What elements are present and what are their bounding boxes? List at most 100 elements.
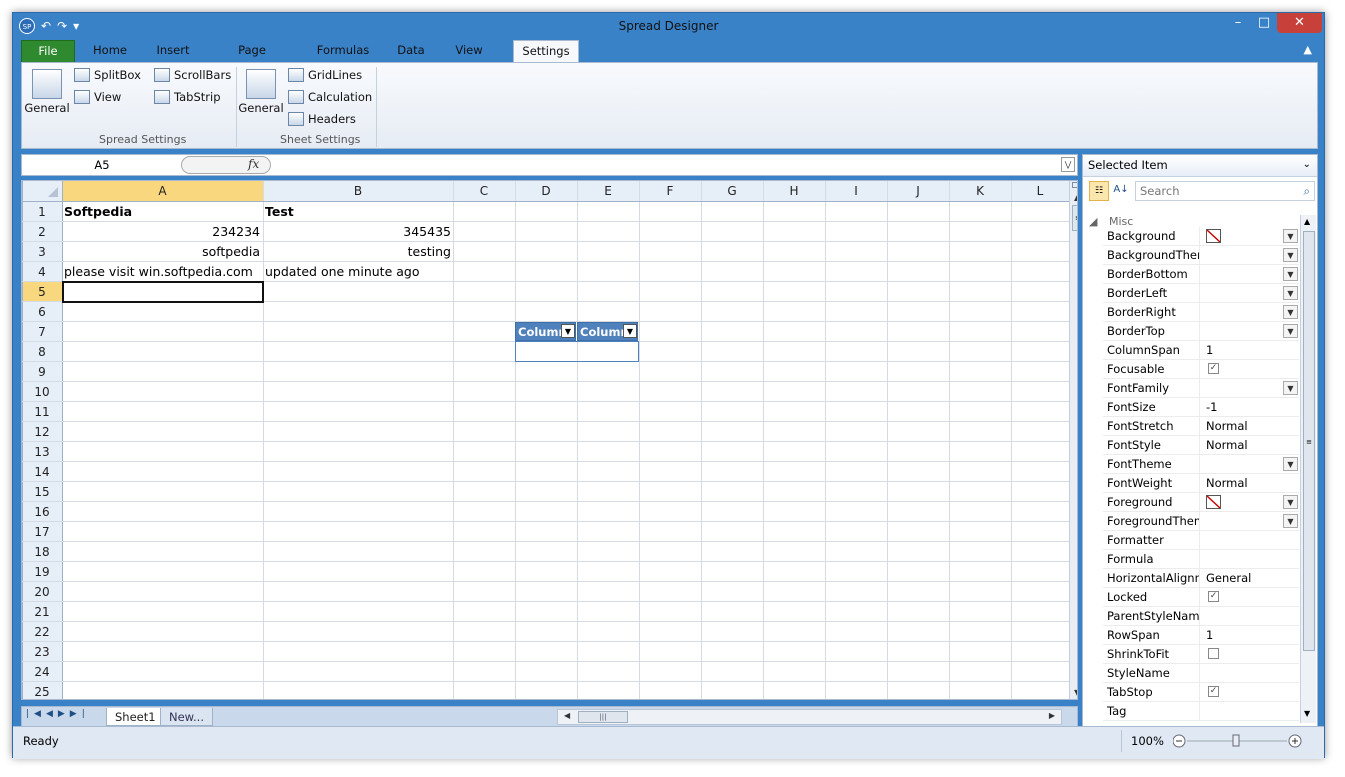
checkbox[interactable] <box>1208 648 1219 659</box>
cell-b4[interactable]: updated one minute ago <box>265 262 465 282</box>
minimize-button[interactable]: – <box>1225 13 1251 33</box>
row-header-13[interactable]: 13 <box>22 442 62 462</box>
column-header-i[interactable]: I <box>825 181 887 201</box>
color-swatch-icon[interactable] <box>1206 229 1221 243</box>
property-value[interactable]: ▼ <box>1199 227 1299 245</box>
cell-b3[interactable]: testing <box>265 242 451 262</box>
property-row-fontstretch[interactable]: FontStretch Normal <box>1103 417 1299 436</box>
categorized-icon[interactable]: ☷ <box>1089 181 1109 201</box>
property-row-rowspan[interactable]: RowSpan 1 <box>1103 626 1299 645</box>
tab-formulas[interactable]: Formulas <box>311 40 375 62</box>
scroll-down-icon[interactable]: ▼ <box>1074 688 1077 697</box>
alphabetical-icon[interactable]: A↓ <box>1111 181 1131 201</box>
row-header-15[interactable]: 15 <box>22 482 62 502</box>
dropdown-arrow-icon[interactable]: ▼ <box>1283 229 1298 243</box>
property-value[interactable] <box>1199 664 1299 682</box>
cell-a3[interactable]: softpedia <box>64 242 260 262</box>
filter-dropdown-icon[interactable]: ▼ <box>623 324 637 338</box>
active-cell-a5[interactable] <box>62 281 264 303</box>
tab-home[interactable]: Home <box>87 40 133 62</box>
column-header-b[interactable]: B <box>263 181 453 201</box>
property-value[interactable]: ▼ <box>1199 246 1299 264</box>
property-value[interactable] <box>1199 531 1299 549</box>
spread-general-button[interactable]: General <box>24 69 70 115</box>
property-scroll-thumb[interactable]: ≡ <box>1303 231 1315 651</box>
scrollbars-button[interactable]: ScrollBars <box>154 68 231 82</box>
property-value[interactable]: Normal <box>1199 474 1299 492</box>
property-row-formula[interactable]: Formula <box>1103 550 1299 569</box>
vertical-scroll-thumb[interactable]: ≡ <box>1072 205 1077 231</box>
row-header-14[interactable]: 14 <box>22 462 62 482</box>
row-header-25[interactable]: 25 <box>22 682 62 699</box>
close-button[interactable]: ✕ <box>1277 13 1322 33</box>
dropdown-arrow-icon[interactable]: ▼ <box>1283 305 1298 319</box>
cell-a2[interactable]: 234234 <box>64 222 260 242</box>
property-value[interactable]: ▼ <box>1199 512 1299 530</box>
property-row-horizontalalignm[interactable]: HorizontalAlignm General <box>1103 569 1299 588</box>
expand-formula-bar-icon[interactable]: ⋁ <box>1061 157 1075 172</box>
property-row-fontsize[interactable]: FontSize -1 <box>1103 398 1299 417</box>
property-value[interactable] <box>1199 645 1299 663</box>
headers-button[interactable]: Headers <box>288 112 356 126</box>
checkbox[interactable]: ✓ <box>1208 591 1219 602</box>
column-header-g[interactable]: G <box>701 181 763 201</box>
property-row-locked[interactable]: Locked ✓ <box>1103 588 1299 607</box>
dropdown-arrow-icon[interactable]: ▼ <box>1283 324 1298 338</box>
view-button[interactable]: View <box>74 90 121 104</box>
row-header-23[interactable]: 23 <box>22 642 62 662</box>
row-header-16[interactable]: 16 <box>22 502 62 522</box>
row-header-8[interactable]: 8 <box>22 342 62 362</box>
row-header-5[interactable]: 5 <box>22 282 62 302</box>
calculation-button[interactable]: Calculation <box>288 90 372 104</box>
scroll-up-icon[interactable]: ▲ <box>1074 193 1077 202</box>
scroll-right-icon[interactable]: ▶ <box>1049 711 1055 720</box>
tab-insert[interactable]: Insert <box>149 40 197 62</box>
property-value[interactable]: 1 <box>1199 341 1299 359</box>
property-value[interactable]: ▼ <box>1199 455 1299 473</box>
property-row-fontfamily[interactable]: FontFamily ▼ <box>1103 379 1299 398</box>
column-header-k[interactable]: K <box>949 181 1011 201</box>
row-header-17[interactable]: 17 <box>22 522 62 542</box>
formula-input[interactable] <box>272 155 1052 175</box>
property-value[interactable] <box>1199 607 1299 625</box>
cell-a4[interactable]: please visit win.softpedia.com <box>64 262 264 282</box>
property-row-tabstop[interactable]: TabStop ✓ <box>1103 683 1299 702</box>
property-row-focusable[interactable]: Focusable ✓ <box>1103 360 1299 379</box>
cell-b1[interactable]: Test <box>265 202 451 222</box>
selected-item-dropdown[interactable]: Selected Item ⌄ <box>1083 155 1317 177</box>
sheet-general-button[interactable]: General <box>238 69 284 115</box>
horizontal-scrollbar[interactable]: ◀ ||| ▶ <box>557 709 1062 725</box>
row-header-1[interactable]: 1 <box>22 202 62 222</box>
property-row-borderleft[interactable]: BorderLeft ▼ <box>1103 284 1299 303</box>
property-row-bordertop[interactable]: BorderTop ▼ <box>1103 322 1299 341</box>
property-row-columnspan[interactable]: ColumnSpan 1 <box>1103 341 1299 360</box>
property-value[interactable] <box>1199 550 1299 568</box>
splitbox-button[interactable]: SplitBox <box>74 68 141 82</box>
property-search-input[interactable]: Search ⌕ <box>1135 181 1315 201</box>
property-row-fontstyle[interactable]: FontStyle Normal <box>1103 436 1299 455</box>
column-header-l[interactable]: L <box>1011 181 1069 201</box>
tab-settings[interactable]: Settings <box>513 40 579 62</box>
checkbox[interactable]: ✓ <box>1208 686 1219 697</box>
column-header-e[interactable]: E <box>577 181 639 201</box>
property-value[interactable]: -1 <box>1199 398 1299 416</box>
property-row-backgroundthem[interactable]: BackgroundThem ▼ <box>1103 246 1299 265</box>
property-value[interactable]: General <box>1199 569 1299 587</box>
row-header-9[interactable]: 9 <box>22 362 62 382</box>
property-row-parentstylename[interactable]: ParentStyleName <box>1103 607 1299 626</box>
horizontal-scroll-thumb[interactable]: ||| <box>578 711 628 723</box>
filter-dropdown-icon[interactable]: ▼ <box>561 324 575 338</box>
property-scrollbar[interactable]: ▲ ≡ ▼ <box>1300 215 1316 723</box>
property-row-borderbottom[interactable]: BorderBottom ▼ <box>1103 265 1299 284</box>
dropdown-arrow-icon[interactable]: ▼ <box>1283 495 1298 509</box>
tabstrip-button[interactable]: TabStrip <box>154 90 221 104</box>
row-header-4[interactable]: 4 <box>22 262 62 282</box>
tab-data[interactable]: Data <box>393 40 429 62</box>
column-header-c[interactable]: C <box>453 181 515 201</box>
row-header-21[interactable]: 21 <box>22 602 62 622</box>
dropdown-arrow-icon[interactable]: ▼ <box>1283 248 1298 262</box>
row-header-18[interactable]: 18 <box>22 542 62 562</box>
spreadsheet-grid[interactable]: ABCDEFGHIJKL 1 2 3 4 5 6 7 8 9 10 11 12 13 14 15 16 17 18… <box>21 180 1078 700</box>
checkbox[interactable]: ✓ <box>1208 363 1219 374</box>
row-header-12[interactable]: 12 <box>22 422 62 442</box>
